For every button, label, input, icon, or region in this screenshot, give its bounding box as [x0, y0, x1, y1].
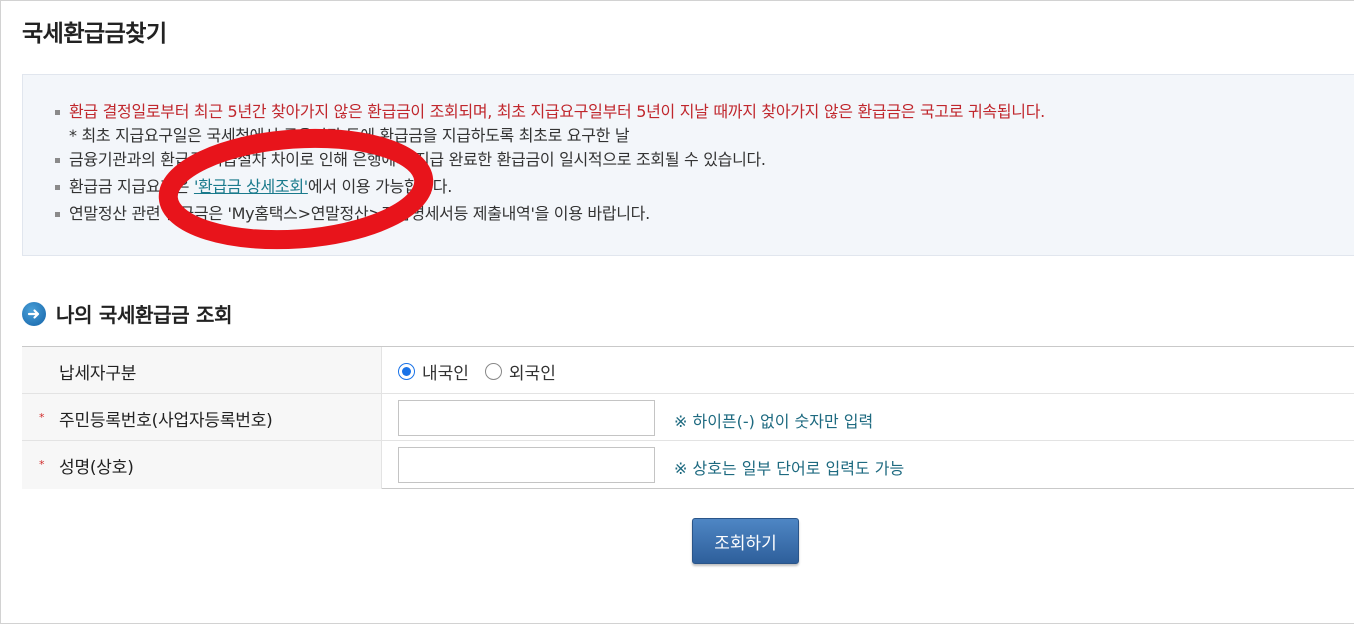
notice-box: 환급 결정일로부터 최근 5년간 찾아가지 않은 환급금이 조회되며, 최초 지… [22, 74, 1354, 256]
taxpayer-type-label: 납세자구분 [59, 364, 137, 384]
bullet-icon [55, 158, 60, 163]
notice-subitem: * 최초 지급요구일은 국세청에서 금융기관 등에 환급금을 지급하도록 최초로… [69, 125, 630, 147]
notice-item: 환급 결정일로부터 최근 5년간 찾아가지 않은 환급금이 조회되며, 최초 지… [55, 101, 1045, 123]
notice-text: 금융기관과의 환급금 지급절차 차이로 인해 은행에서 지급 완료한 환급금이 … [69, 150, 766, 169]
bullet-icon [55, 110, 60, 115]
notice-text: 연말정산 관련 환급금은 'My홈택스>연말정산>지급명세서등 제출내역'을 이… [69, 204, 650, 223]
required-mark: * [39, 411, 45, 424]
name-label: 성명(상호) [59, 458, 134, 478]
search-button[interactable]: 조회하기 [692, 518, 799, 564]
domestic-radio-label[interactable]: 내국인 [422, 359, 469, 384]
domestic-radio[interactable] [398, 363, 415, 380]
section-title: 나의 국세환급금 조회 [22, 299, 233, 328]
id-number-input[interactable] [398, 400, 655, 436]
notice-item: 환급금 지급요청은 '환급금 상세조회'에서 이용 가능합니다. [55, 176, 453, 198]
form-row-name: * 성명(상호) ※ 상호는 일부 단어로 입력도 가능 [22, 441, 1354, 489]
foreign-radio-label[interactable]: 외국인 [509, 359, 556, 384]
label-cell: * 주민등록번호(사업자등록번호) [22, 394, 382, 440]
notice-item: 금융기관과의 환급금 지급절차 차이로 인해 은행에서 지급 완료한 환급금이 … [55, 149, 766, 171]
arrow-right-icon [22, 301, 46, 326]
notice-text: 환급 결정일로부터 최근 5년간 찾아가지 않은 환급금이 조회되며, 최초 지… [69, 102, 1045, 121]
form-row-taxpayer-type: 납세자구분 내국인 외국인 [22, 347, 1354, 394]
id-number-hint: ※ 하이픈(-) 없이 숫자만 입력 [674, 412, 874, 431]
foreign-radio[interactable] [484, 363, 502, 380]
id-number-label: 주민등록번호(사업자등록번호) [59, 411, 273, 431]
notice-text: * 최초 지급요구일은 국세청에서 금융기관 등에 환급금을 지급하도록 최초로… [69, 126, 630, 145]
required-mark: * [39, 458, 45, 471]
page-title: 국세환급금찾기 [22, 21, 167, 47]
refund-search-form: 납세자구분 내국인 외국인 * 주민등록번호(사업자등록번호) ※ 하이픈(-)… [22, 346, 1354, 489]
name-input[interactable] [398, 447, 655, 483]
section-title-text: 나의 국세환급금 조회 [56, 303, 233, 327]
form-row-id-number: * 주민등록번호(사업자등록번호) ※ 하이픈(-) 없이 숫자만 입력 [22, 394, 1354, 441]
notice-item: 연말정산 관련 환급금은 'My홈택스>연말정산>지급명세서등 제출내역'을 이… [55, 203, 650, 225]
name-hint: ※ 상호는 일부 단어로 입력도 가능 [674, 459, 905, 478]
label-cell: * 성명(상호) [22, 441, 382, 489]
label-cell: 납세자구분 [22, 347, 382, 393]
bullet-icon [55, 185, 60, 190]
notice-text-suffix: 에서 이용 가능합니다. [307, 177, 453, 196]
notice-text-prefix: 환급금 지급요청은 [69, 177, 194, 196]
taxpayer-type-radio-group: 내국인 외국인 [398, 359, 572, 384]
refund-detail-link[interactable]: '환급금 상세조회' [194, 177, 308, 196]
bullet-icon [55, 212, 60, 217]
